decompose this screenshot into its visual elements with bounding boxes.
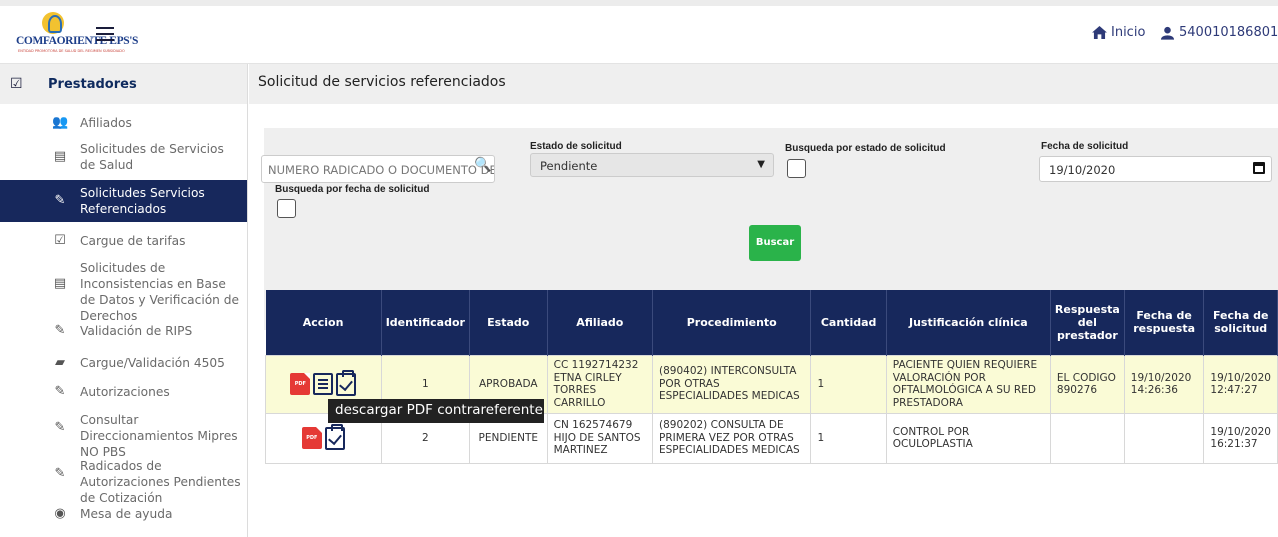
fecha-solicitud-cell: 19/10/2020 16:21:37 xyxy=(1203,412,1278,464)
document-icon[interactable] xyxy=(313,373,334,395)
justificacion-cell: CONTROL POR OCULOPLASTIA xyxy=(885,412,1051,464)
sidebar-item-label: Afiliados xyxy=(80,116,132,130)
sidebar-item-label: Cargue de tarifas xyxy=(80,234,186,248)
busqueda-estado-label: Busqueda por estado de solicitud xyxy=(785,143,946,154)
estado-label: Estado de solicitud xyxy=(530,141,622,152)
sidebar-item-inconsistencias[interactable]: ▤ Solicitudes de Inconsistencias en Base… xyxy=(0,256,247,323)
home-icon xyxy=(1092,26,1107,39)
sidebar-item-label: Cargue/Validación 4505 xyxy=(80,356,225,370)
procedimiento-cell: (890202) CONSULTA DE PRIMERA VEZ POR OTR… xyxy=(651,412,812,464)
afiliado-cell: CN 162574679 HIJO DE SANTOS MARTINEZ xyxy=(546,412,654,464)
edit-list-icon: ✎ xyxy=(54,323,66,338)
sidebar-item-mipres[interactable]: ✎ Consultar Direccionamientos Mipres NO … xyxy=(0,404,247,459)
edit-list-icon: ✎ xyxy=(54,384,66,399)
fecha-input[interactable]: 19/10/2020 xyxy=(1039,156,1272,182)
edit-list-icon: ✎ xyxy=(54,193,66,208)
pdf-icon[interactable]: PDF xyxy=(290,373,311,395)
busqueda-fecha-label: Busqueda por fecha de solicitud xyxy=(275,184,430,195)
search-input[interactable]: NUMERO RADICADO O DOCUMENTO DE xyxy=(261,155,495,183)
chevron-down-icon: ▼ xyxy=(757,159,765,170)
sidebar-item-cargue-4505[interactable]: ▰ Cargue/Validación 4505 xyxy=(0,346,247,378)
estado-select-value: Pendiente xyxy=(540,159,598,173)
sidebar-item-label: Autorizaciones xyxy=(80,385,170,399)
search-icon[interactable]: 🔍 xyxy=(474,157,491,173)
main-content: Solicitud de servicios referenciados NUM… xyxy=(249,64,1278,537)
brand-subtitle: ENTIDAD PROMOTORA DE SALUD DEL REGIMEN S… xyxy=(18,49,125,53)
col-procedimiento: Procedimiento xyxy=(652,290,812,355)
sidebar-item-solicitudes-salud[interactable]: ▤ Solicitudes de Servicios de Salud xyxy=(0,138,247,180)
sidebar-section-prestadores[interactable]: ☑ Prestadores xyxy=(0,64,247,104)
clipboard-check-icon[interactable] xyxy=(324,423,345,450)
sidebar-item-label: Radicados de Autorizaciones Pendientes d… xyxy=(80,459,241,505)
fecha-value: 19/10/2020 xyxy=(1049,163,1116,177)
col-estado: Estado xyxy=(469,290,548,355)
pdf-icon[interactable]: PDF xyxy=(301,427,322,449)
sidebar-item-radicados[interactable]: ✎ Radicados de Autorizaciones Pendientes… xyxy=(0,452,247,505)
sidebar-item-afiliados[interactable]: 👥 Afiliados xyxy=(0,104,247,138)
sidebar-item-label: Validación de RIPS xyxy=(80,324,193,338)
tooltip: descargar PDF contrareferente xyxy=(328,399,544,423)
clipboard-check-icon[interactable] xyxy=(336,369,357,396)
procedimiento-cell: (890402) INTERCONSULTA POR OTRAS ESPECIA… xyxy=(651,354,812,414)
respuesta-cell: EL CODIGO 890276 xyxy=(1049,354,1125,414)
sidebar-title: Prestadores xyxy=(48,76,137,92)
cantidad-cell: 1 xyxy=(810,412,887,464)
col-cantidad: Cantidad xyxy=(810,290,887,355)
edit-list-icon: ✎ xyxy=(54,420,66,435)
col-fecha-solicitud: Fecha de solicitud xyxy=(1203,290,1278,355)
sidebar-item-label: Solicitudes de Servicios de Salud xyxy=(80,142,224,172)
col-respuesta: Respuesta del prestador xyxy=(1050,290,1125,355)
menu-toggle-icon[interactable] xyxy=(96,27,114,42)
afiliado-cell: CC 1192714232 ETNA CIRLEY TORRES CARRILL… xyxy=(546,354,654,414)
sidebar-item-validacion-rips[interactable]: ✎ Validación de RIPS xyxy=(0,314,247,346)
estado-select[interactable]: Pendiente ▼ xyxy=(530,153,774,177)
brand-name: COMFAORIENTE EPS'S xyxy=(16,35,138,47)
sidebar: ☑ Prestadores 👥 Afiliados ▤ Solicitudes … xyxy=(0,64,248,537)
justificacion-cell: PACIENTE QUIEN REQUIERE VALORACIÓN POR O… xyxy=(885,354,1051,414)
page-title: Solicitud de servicios referenciados xyxy=(249,64,1278,104)
col-accion: Accion xyxy=(265,290,382,355)
logo-emblem-icon xyxy=(42,12,64,34)
eye-icon: ◉ xyxy=(54,506,66,521)
fecha-solicitud-cell: 19/10/2020 12:47:27 xyxy=(1203,354,1278,414)
users-icon: 👥 xyxy=(52,115,69,130)
brand-logo[interactable]: COMFAORIENTE EPS'S ENTIDAD PROMOTORA DE … xyxy=(16,12,138,56)
sidebar-item-autorizaciones[interactable]: ✎ Autorizaciones xyxy=(0,378,247,404)
document-icon: ▤ xyxy=(53,276,67,291)
sidebar-item-label: Mesa de ayuda xyxy=(80,507,173,521)
user-id: 540010186801 xyxy=(1179,25,1278,40)
table-header-row: Accion Identificador Estado Afiliado Pro… xyxy=(265,290,1278,355)
results-table: Accion Identificador Estado Afiliado Pro… xyxy=(265,290,1278,464)
col-identificador: Identificador xyxy=(381,290,470,355)
busqueda-fecha-checkbox[interactable] xyxy=(277,199,296,218)
fecha-label: Fecha de solicitud xyxy=(1041,141,1129,152)
calendar-icon[interactable] xyxy=(1253,162,1265,174)
home-label: Inicio xyxy=(1111,25,1146,40)
document-icon: ▤ xyxy=(53,149,67,164)
fecha-respuesta-cell: 19/10/2020 14:26:36 xyxy=(1123,354,1205,414)
sidebar-item-mesa-ayuda[interactable]: ◉ Mesa de ayuda xyxy=(0,500,247,530)
sidebar-item-label: Solicitudes Servicios Referenciados xyxy=(80,186,205,216)
col-fecha-respuesta: Fecha de respuesta xyxy=(1124,290,1205,355)
busqueda-estado-checkbox[interactable] xyxy=(787,159,806,178)
folder-upload-icon: ▰ xyxy=(55,355,65,370)
user-icon xyxy=(1160,26,1175,40)
col-justificacion: Justificación clínica xyxy=(886,290,1051,355)
sidebar-item-cargue-tarifas[interactable]: ☑ Cargue de tarifas xyxy=(0,222,247,256)
col-afiliado: Afiliado xyxy=(547,290,654,355)
clipboard-check-icon: ☑ xyxy=(54,233,66,248)
buscar-button[interactable]: Buscar xyxy=(749,225,801,261)
edit-list-icon: ✎ xyxy=(54,466,66,481)
cantidad-cell: 1 xyxy=(810,354,887,414)
fecha-respuesta-cell xyxy=(1123,412,1205,464)
user-link[interactable]: 540010186801 xyxy=(1160,25,1278,40)
sidebar-item-servicios-referenciados[interactable]: ✎ Solicitudes Servicios Referenciados xyxy=(0,180,247,222)
clipboard-check-icon: ☑ xyxy=(10,76,23,92)
top-navbar: COMFAORIENTE EPS'S ENTIDAD PROMOTORA DE … xyxy=(0,6,1278,64)
home-link[interactable]: Inicio xyxy=(1092,25,1145,40)
respuesta-cell xyxy=(1049,412,1125,464)
